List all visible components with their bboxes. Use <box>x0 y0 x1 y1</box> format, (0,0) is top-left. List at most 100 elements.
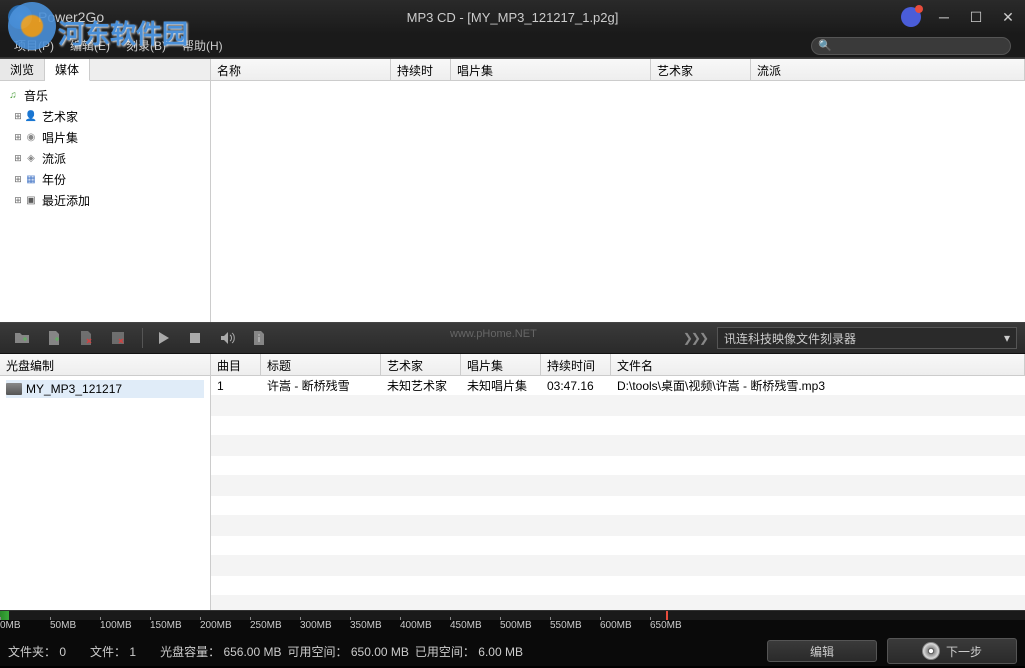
search-box[interactable]: 🔍 <box>811 37 1011 55</box>
track-cell-album: 未知唱片集 <box>461 377 541 394</box>
track-row-empty <box>211 596 1025 610</box>
disc-icon: ◉ <box>24 131 38 145</box>
tab-browse[interactable]: 浏览 <box>0 59 45 80</box>
track-row[interactable]: 1许嵩 - 断桥残雪未知艺术家未知唱片集03:47.16D:\tools\桌面\… <box>211 376 1025 396</box>
disc-project-item[interactable]: MY_MP3_121217 <box>6 380 204 398</box>
ruler-tick: 350MB <box>350 620 382 631</box>
track-row-empty <box>211 516 1025 536</box>
status-used: 已用空间： 6.00 MB <box>415 643 523 660</box>
expand-icon[interactable]: ⊞ <box>12 111 24 122</box>
clear-button[interactable] <box>104 326 132 350</box>
upper-column-headers: 名称 持续时间 唱片集 艺术家 流派 <box>211 59 1025 81</box>
chevron-indicator: ❯❯❯ <box>683 331 707 345</box>
search-input[interactable] <box>832 40 1004 52</box>
track-row-empty <box>211 476 1025 496</box>
col-name[interactable]: 名称 <box>211 59 391 80</box>
ruler-tick: 50MB <box>50 620 76 631</box>
track-panel: 曲目 标题 艺术家 唱片集 持续时间 文件名 1许嵩 - 断桥残雪未知艺术家未知… <box>211 354 1025 610</box>
lower-panel: 光盘编制 MY_MP3_121217 曲目 标题 艺术家 唱片集 持续时间 文件… <box>0 354 1025 610</box>
tree-year[interactable]: ⊞ ▦ 年份 <box>6 169 204 190</box>
track-list[interactable]: 1许嵩 - 断桥残雪未知艺术家未知唱片集03:47.16D:\tools\桌面\… <box>211 376 1025 610</box>
new-folder-button[interactable] <box>8 326 36 350</box>
track-cell-title: 许嵩 - 断桥残雪 <box>261 377 381 394</box>
tree-album[interactable]: ⊞ ◉ 唱片集 <box>6 127 204 148</box>
track-cell-duration: 03:47.16 <box>541 379 611 393</box>
maximize-button[interactable]: ☐ <box>967 8 985 26</box>
track-row-empty <box>211 496 1025 516</box>
ruler-tick: 300MB <box>300 620 332 631</box>
ruler-tick: 450MB <box>450 620 482 631</box>
expand-icon[interactable]: ⊞ <box>12 174 24 185</box>
chevron-down-icon: ▾ <box>1004 331 1010 345</box>
tree-label: 艺术家 <box>42 108 78 125</box>
music-icon: ♫ <box>6 89 20 103</box>
track-column-headers: 曲目 标题 艺术家 唱片集 持续时间 文件名 <box>211 354 1025 376</box>
tree-label: 唱片集 <box>42 129 78 146</box>
col-track[interactable]: 曲目 <box>211 354 261 375</box>
tree-label: 流派 <box>42 150 66 167</box>
add-file-button[interactable] <box>40 326 68 350</box>
ruler-tick: 550MB <box>550 620 582 631</box>
app-icon <box>8 5 32 29</box>
close-button[interactable]: ✕ <box>999 8 1017 26</box>
expand-icon[interactable]: ⊞ <box>12 195 24 206</box>
track-row-empty <box>211 396 1025 416</box>
tree-genre[interactable]: ⊞ ◈ 流派 <box>6 148 204 169</box>
ruler-tick: 500MB <box>500 620 532 631</box>
track-cell-filename: D:\tools\桌面\视频\许嵩 - 断桥残雪.mp3 <box>611 377 1025 394</box>
menu-project[interactable]: 项目(P) <box>6 37 62 54</box>
capacity-ruler: 0MB50MB100MB150MB200MB250MB300MB350MB400… <box>0 620 1025 636</box>
capacity-used <box>0 611 9 620</box>
info-button[interactable] <box>245 326 273 350</box>
col-genre[interactable]: 流派 <box>751 59 1025 80</box>
tabs: 浏览 媒体 <box>0 59 210 81</box>
track-row-empty <box>211 456 1025 476</box>
edit-button[interactable]: 编辑 <box>767 640 877 662</box>
expand-icon[interactable]: ⊞ <box>12 153 24 164</box>
tree-artist[interactable]: ⊞ 👤 艺术家 <box>6 106 204 127</box>
drive-select[interactable]: 讯连科技映像文件刻录器 ▾ <box>717 327 1017 349</box>
col-duration[interactable]: 持续时间 <box>391 59 451 80</box>
tree-label: 年份 <box>42 171 66 188</box>
tree-music[interactable]: ♫ 音乐 <box>6 85 204 106</box>
titlebar: Power2Go MP3 CD - [MY_MP3_121217_1.p2g] … <box>0 0 1025 34</box>
app-name: Power2Go <box>38 9 104 25</box>
volume-button[interactable] <box>213 326 241 350</box>
col-artist[interactable]: 艺术家 <box>651 59 751 80</box>
play-button[interactable] <box>149 326 177 350</box>
minimize-button[interactable]: ─ <box>935 8 953 26</box>
stop-button[interactable] <box>181 326 209 350</box>
toolbar-separator <box>142 328 143 348</box>
track-row-empty <box>211 536 1025 556</box>
drive-select-value: 讯连科技映像文件刻录器 <box>724 330 856 347</box>
col-album[interactable]: 唱片集 <box>451 59 651 80</box>
col-duration[interactable]: 持续时间 <box>541 354 611 375</box>
col-title[interactable]: 标题 <box>261 354 381 375</box>
person-icon: 👤 <box>24 110 38 124</box>
notification-icon[interactable] <box>901 7 921 27</box>
next-button[interactable]: 下一步 <box>887 638 1017 664</box>
disc-project-icon <box>6 383 22 395</box>
col-filename[interactable]: 文件名 <box>611 354 1025 375</box>
track-row-empty <box>211 576 1025 596</box>
remove-button[interactable] <box>72 326 100 350</box>
ruler-tick: 400MB <box>400 620 432 631</box>
tree-label: 最近添加 <box>42 192 90 209</box>
expand-icon[interactable]: ⊞ <box>12 132 24 143</box>
tab-media[interactable]: 媒体 <box>45 59 90 81</box>
ruler-tick: 600MB <box>600 620 632 631</box>
track-cell-artist: 未知艺术家 <box>381 377 461 394</box>
menu-burn[interactable]: 刻录(B) <box>118 37 174 54</box>
capacity-bar <box>0 610 1025 620</box>
col-artist[interactable]: 艺术家 <box>381 354 461 375</box>
capacity-cursor <box>666 611 668 620</box>
disc-panel-header: 光盘编制 <box>0 354 210 376</box>
next-button-label: 下一步 <box>946 643 982 660</box>
upper-file-list[interactable] <box>211 81 1025 322</box>
ruler-tick: 650MB <box>650 620 682 631</box>
burn-disc-icon <box>922 642 940 660</box>
menu-edit[interactable]: 编辑(E) <box>62 37 118 54</box>
col-album[interactable]: 唱片集 <box>461 354 541 375</box>
menu-help[interactable]: 帮助(H) <box>174 37 231 54</box>
tree-recent[interactable]: ⊞ ▣ 最近添加 <box>6 190 204 211</box>
